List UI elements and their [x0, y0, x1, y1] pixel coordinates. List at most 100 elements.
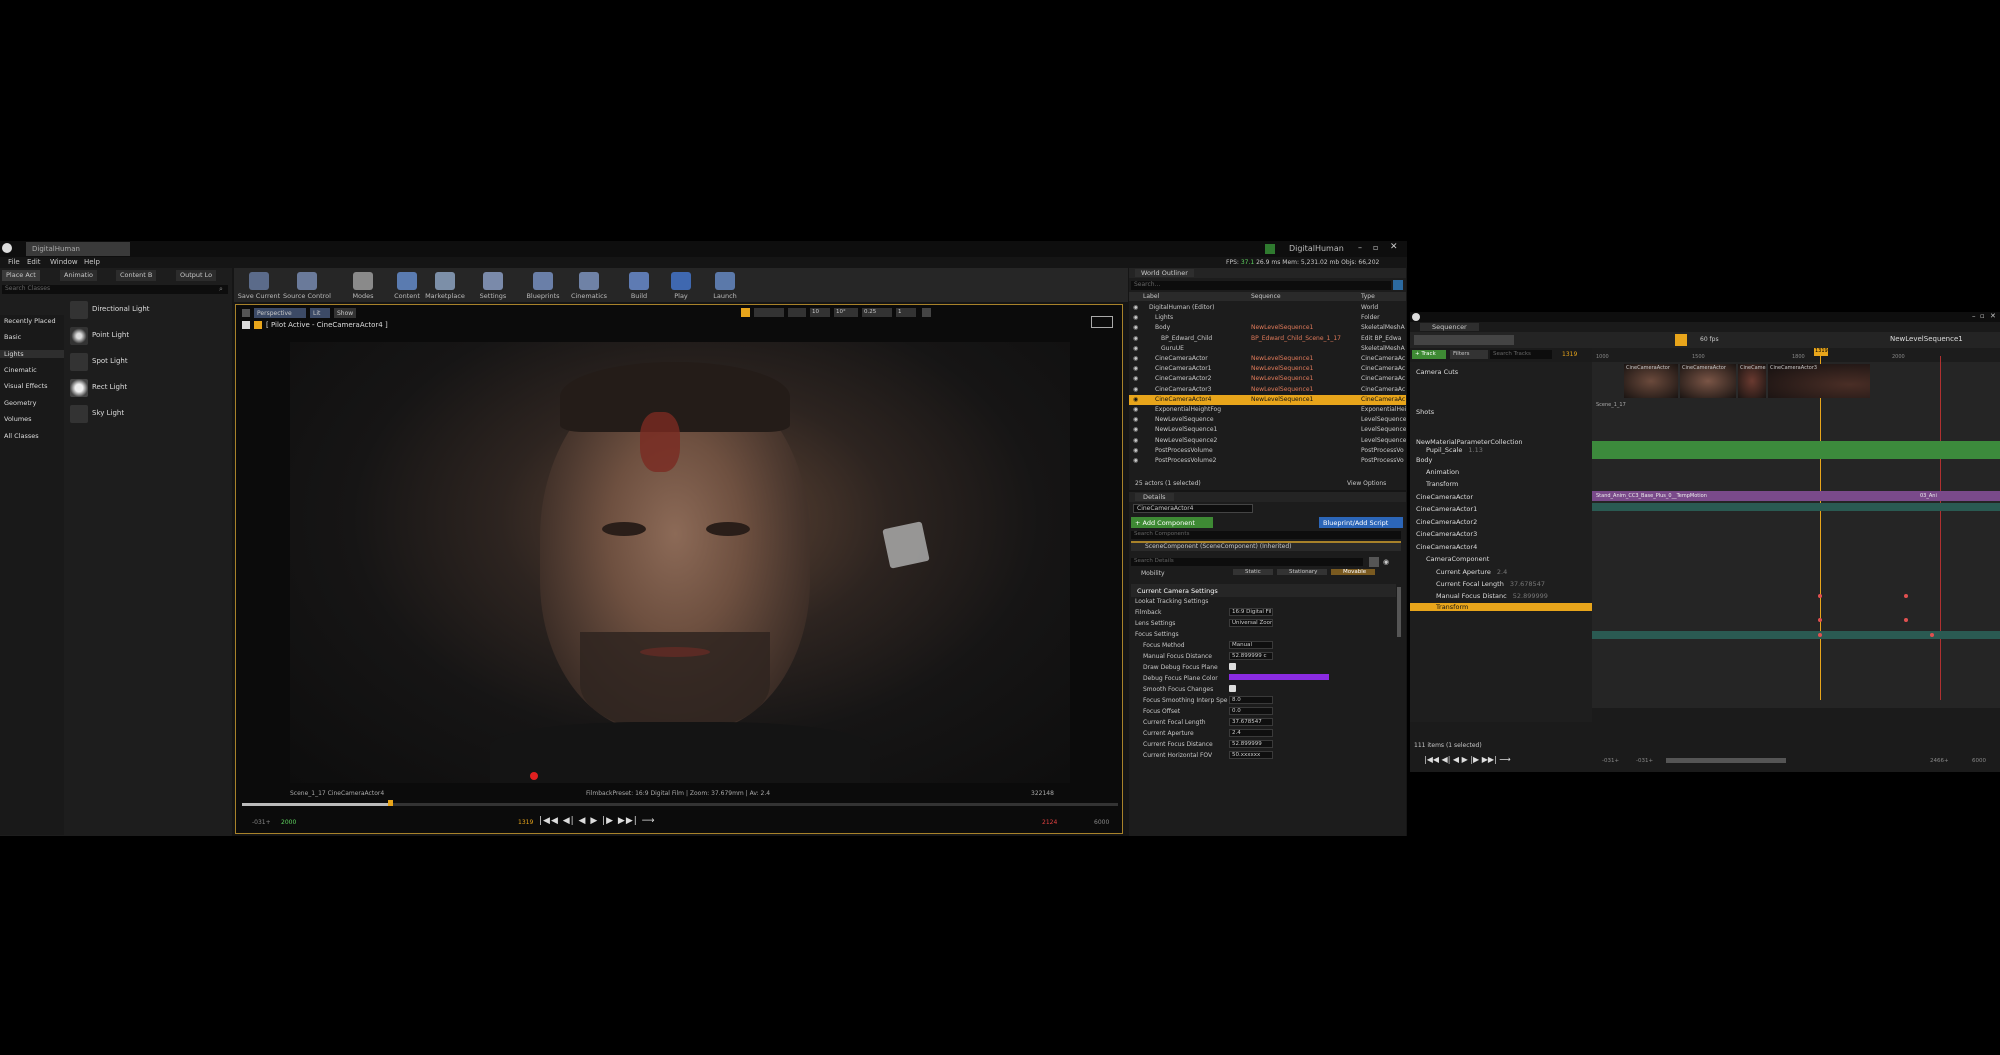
- outliner-row[interactable]: ◉ NewLevelSequence1 LevelSequence: [1129, 425, 1406, 435]
- search-details-input[interactable]: Search Details: [1131, 558, 1363, 566]
- property-matrix-icon[interactable]: [1369, 557, 1379, 567]
- visibility-eye-icon[interactable]: ◉: [1133, 314, 1138, 321]
- timeline-scrollbar[interactable]: [1666, 758, 1786, 763]
- cinematics-button[interactable]: Cinematics: [564, 268, 614, 302]
- outliner-row[interactable]: ◉ GuruUE SkeletalMeshA: [1129, 344, 1406, 354]
- scale-snap[interactable]: 0.25: [862, 308, 892, 317]
- outliner-row[interactable]: ◉ Lights Folder: [1129, 313, 1406, 323]
- visibility-eye-icon[interactable]: ◉: [1133, 375, 1138, 382]
- outliner-tab[interactable]: World Outliner: [1135, 269, 1194, 277]
- visibility-eye-icon[interactable]: ◉: [1133, 365, 1138, 372]
- mobility-toggle[interactable]: Static Stationary Movable: [1229, 568, 1399, 577]
- property-value-field[interactable]: 8.0: [1229, 696, 1273, 704]
- track-row[interactable]: CameraComponent: [1426, 555, 1566, 563]
- current-camera-settings-section[interactable]: Current Camera Settings: [1131, 584, 1396, 597]
- visibility-eye-icon[interactable]: ◉: [1133, 396, 1138, 403]
- checkbox[interactable]: [1229, 663, 1236, 670]
- save-current-button[interactable]: Save Current: [234, 268, 284, 302]
- snap-magnet-icon[interactable]: [1675, 334, 1687, 346]
- camera-cut-thumb[interactable]: CineCameraActor: [1624, 364, 1678, 398]
- menu-edit[interactable]: Edit: [27, 258, 41, 266]
- keyframe[interactable]: [1930, 633, 1934, 637]
- camera-cut-thumb[interactable]: CineCame: [1738, 364, 1766, 398]
- mobility-movable[interactable]: Movable: [1331, 569, 1375, 575]
- col-type[interactable]: Type: [1361, 293, 1375, 300]
- track-row[interactable]: Camera Cuts: [1416, 368, 1556, 376]
- details-scrollbar[interactable]: [1397, 587, 1401, 637]
- track-row[interactable]: CineCameraActor4: [1416, 543, 1556, 551]
- visibility-eye-icon[interactable]: ◉: [1133, 324, 1138, 331]
- visibility-eye-icon[interactable]: ◉: [1133, 457, 1138, 464]
- outliner-row[interactable]: ◉ CineCameraActor NewLevelSequence1 CineCam…: [1129, 354, 1406, 364]
- settings-button[interactable]: Settings: [468, 268, 518, 302]
- category-geometry[interactable]: Geometry: [4, 399, 36, 407]
- track-row[interactable]: Current Aperture 2.4: [1436, 568, 1576, 576]
- play-button[interactable]: Play: [656, 268, 706, 302]
- outliner-row[interactable]: ◉ NewLevelSequence LevelSequence: [1129, 415, 1406, 425]
- sequencer-transport[interactable]: |◀◀ ◀| ◀ ▶ |▶ ▶▶| ⟶: [1424, 755, 1511, 764]
- eye-icon[interactable]: ◉: [1383, 558, 1389, 566]
- level-viewport[interactable]: Perspective Lit Show [ Pilot Active - Ci…: [235, 304, 1123, 834]
- visibility-eye-icon[interactable]: ◉: [1133, 426, 1138, 433]
- mobility-stationary[interactable]: Stationary: [1277, 569, 1327, 575]
- property-value-field[interactable]: 16:9 Digital Film: [1229, 608, 1273, 616]
- grid-snap[interactable]: 10: [810, 308, 830, 317]
- outliner-row[interactable]: ◉ ExponentialHeightFog ExponentialHei: [1129, 405, 1406, 415]
- camera-cuts-track[interactable]: CineCameraActor CineCameraActor CineCame…: [1624, 364, 1870, 398]
- modes-button[interactable]: Modes: [338, 268, 388, 302]
- add-filter-icon[interactable]: [1393, 280, 1403, 290]
- category-volumes[interactable]: Volumes: [4, 415, 32, 423]
- visibility-eye-icon[interactable]: ◉: [1133, 416, 1138, 423]
- launch-button[interactable]: Launch: [700, 268, 750, 302]
- tab-content-browser[interactable]: Content B: [116, 270, 157, 281]
- minimize-button[interactable]: –: [1972, 312, 1976, 320]
- sequencer-actions[interactable]: [1414, 335, 1514, 345]
- search-tracks-input[interactable]: Search Tracks: [1490, 350, 1552, 359]
- pilot-camera-icon[interactable]: [242, 321, 250, 329]
- category-visual-effects[interactable]: Visual Effects: [4, 382, 48, 390]
- filters-button[interactable]: Filters: [1450, 350, 1488, 359]
- view-options-button[interactable]: View Options: [1347, 480, 1386, 487]
- add-track-button[interactable]: + Track: [1412, 350, 1446, 359]
- scrub-handle[interactable]: [388, 800, 393, 806]
- outliner-row[interactable]: ◉ NewLevelSequence2 LevelSequence: [1129, 436, 1406, 446]
- camera-speed[interactable]: 1: [896, 308, 916, 317]
- visibility-eye-icon[interactable]: ◉: [1133, 386, 1138, 393]
- light-item-sky[interactable]: Sky Light: [68, 403, 228, 425]
- eject-pilot-icon[interactable]: [254, 321, 262, 329]
- category-basic[interactable]: Basic: [4, 333, 21, 341]
- details-tab[interactable]: Details: [1135, 493, 1174, 501]
- track-row[interactable]: CineCameraActor3: [1416, 530, 1556, 538]
- track-row[interactable]: Manual Focus Distanc 52.899999: [1436, 592, 1576, 600]
- debug-color-swatch[interactable]: [1229, 674, 1329, 680]
- lit-button[interactable]: Lit: [310, 308, 330, 318]
- keyframe[interactable]: [1904, 594, 1908, 598]
- editor-tab[interactable]: DigitalHuman: [26, 242, 130, 256]
- track-row[interactable]: Animation: [1426, 468, 1566, 476]
- outliner-row[interactable]: ◉ CineCameraActor1 NewLevelSequence1 CineCa…: [1129, 364, 1406, 374]
- perspective-button[interactable]: Perspective: [254, 308, 306, 318]
- col-sequence[interactable]: Sequence: [1251, 293, 1281, 300]
- light-item-spot[interactable]: Spot Light: [68, 351, 228, 373]
- outliner-row[interactable]: ◉ CineCameraActor3 NewLevelSequence1 CineCa…: [1129, 385, 1406, 395]
- property-value-field[interactable]: 52.899999: [1229, 740, 1273, 748]
- visibility-eye-icon[interactable]: ◉: [1133, 335, 1138, 342]
- outliner-row[interactable]: ◉ DigitalHuman (Editor) World: [1129, 303, 1406, 313]
- blueprint-script-button[interactable]: Blueprint/Add Script: [1319, 517, 1403, 528]
- track-row[interactable]: Body: [1416, 456, 1556, 464]
- material-track-bar[interactable]: [1592, 441, 2000, 459]
- transport-controls[interactable]: |◀◀ ◀| ◀ ▶ |▶ ▶▶| ⟶: [539, 816, 656, 826]
- tab-output-log[interactable]: Output Lo: [176, 270, 217, 281]
- keyframe[interactable]: [1818, 633, 1822, 637]
- property-value-field[interactable]: 37.678547: [1229, 718, 1273, 726]
- animation-clip[interactable]: Stand_Anim_CC3_Base_Plus_0__TempMotion 03…: [1592, 491, 2000, 501]
- clapperboard-icon[interactable]: [882, 521, 930, 569]
- menu-help[interactable]: Help: [84, 258, 100, 266]
- camera-transform-track[interactable]: [1592, 631, 2000, 639]
- timeline-area[interactable]: 1000 1500 1800 2000 1319 CineCameraActor…: [1592, 348, 2000, 708]
- layout-icon[interactable]: [1091, 316, 1113, 328]
- visibility-eye-icon[interactable]: ◉: [1133, 345, 1138, 352]
- keyframe[interactable]: [1818, 618, 1822, 622]
- category-lights[interactable]: Lights: [0, 350, 64, 358]
- track-row[interactable]: CineCameraActor: [1416, 493, 1556, 501]
